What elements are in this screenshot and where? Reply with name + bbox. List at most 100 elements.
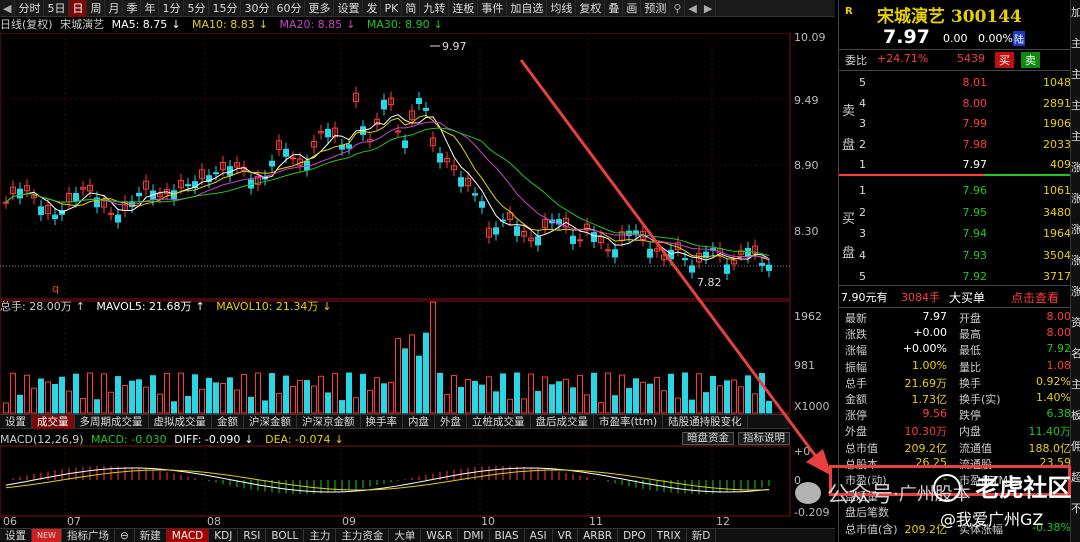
- bid-row[interactable]: 3 7.94 1964: [839, 227, 1071, 243]
- ask-row[interactable]: 2 7.98 2033: [839, 138, 1071, 154]
- bottom-tab[interactable]: MACD: [166, 528, 210, 542]
- toolbar-item[interactable]: 分时: [15, 0, 45, 17]
- toolbar-item[interactable]: 1分: [159, 0, 185, 17]
- indicator-tab[interactable]: 设置: [0, 414, 32, 429]
- bottom-tab[interactable]: BOLL: [266, 528, 305, 542]
- toolbar-item[interactable]: 发: [363, 0, 382, 17]
- bottom-tab[interactable]: ASI: [525, 528, 553, 542]
- bid-row[interactable]: 4 7.93 3504: [839, 249, 1071, 265]
- toolbar-item[interactable]: 加自选: [507, 0, 548, 17]
- stat-value-2: 0.92%: [1036, 374, 1071, 388]
- side-strip-item[interactable]: 涨: [1071, 221, 1080, 237]
- toolbar-item[interactable]: 更多: [305, 0, 335, 17]
- bottom-tab[interactable]: 指标广场: [62, 528, 115, 542]
- toolbar-item[interactable]: 叠: [605, 0, 624, 17]
- side-strip-item[interactable]: 主: [1071, 35, 1080, 51]
- side-strip-item[interactable]: 不: [1071, 500, 1080, 516]
- side-strip-item[interactable]: 涨: [1071, 159, 1080, 175]
- chevron-right-icon[interactable]: ▶: [701, 0, 717, 17]
- side-strip-item[interactable]: 佣: [1071, 438, 1080, 454]
- bottom-tab[interactable]: RSI: [238, 528, 267, 542]
- toolbar-item[interactable]: 预测: [641, 0, 671, 17]
- toolbar-item[interactable]: 事件: [478, 0, 508, 17]
- volume-bar: [17, 394, 23, 414]
- bottom-tab[interactable]: VR: [553, 528, 579, 542]
- toolbar-item[interactable]: 年: [141, 0, 160, 17]
- side-strip-item[interactable]: 加: [1071, 4, 1080, 20]
- side-strip-item[interactable]: 涨: [1071, 190, 1080, 206]
- indicator-tab[interactable]: 换手率: [361, 414, 403, 429]
- bid-row[interactable]: 2 7.95 3480: [839, 206, 1071, 222]
- indicator-tab[interactable]: 沪深京金额: [297, 414, 361, 429]
- toolbar-item[interactable]: 15分: [209, 0, 242, 17]
- sell-button[interactable]: 卖: [1021, 52, 1040, 68]
- indicator-tab[interactable]: 沪深金额: [244, 414, 297, 429]
- view-big-order-link[interactable]: 点击查看: [1011, 289, 1059, 306]
- bottom-tab[interactable]: 大单: [389, 528, 422, 542]
- indicator-help-button[interactable]: 指标说明: [738, 432, 790, 445]
- bottom-tab[interactable]: 设置: [0, 528, 32, 542]
- bottom-tab[interactable]: 主力: [304, 528, 337, 542]
- indicator-tab[interactable]: 市盈率(ttm): [594, 414, 664, 429]
- bottom-tab[interactable]: DPO: [618, 528, 652, 542]
- side-strip-item[interactable]: 涨: [1071, 252, 1080, 268]
- toolbar-item[interactable]: 60分: [273, 0, 306, 17]
- bid-row[interactable]: 5 7.92 3717: [839, 270, 1071, 286]
- toolbar-item[interactable]: 连板: [449, 0, 479, 17]
- ask-row[interactable]: 3 7.99 1906: [839, 117, 1071, 133]
- side-strip-item[interactable]: 板: [1071, 407, 1080, 423]
- indicator-tab[interactable]: 多周期成交量: [75, 414, 149, 429]
- bid-row[interactable]: 1 7.96 1061: [839, 184, 1071, 200]
- toolbar-item[interactable]: 均线: [547, 0, 577, 17]
- toolbar-item[interactable]: 简: [402, 0, 421, 17]
- bottom-tab[interactable]: KDJ: [209, 528, 239, 542]
- ask-row[interactable]: 1 7.97 409: [839, 158, 1071, 174]
- side-strip-item[interactable]: 超: [1071, 469, 1080, 485]
- buy-button[interactable]: 买: [995, 52, 1014, 68]
- toolbar-item[interactable]: 5分: [184, 0, 210, 17]
- indicator-tab[interactable]: 虚拟成交量: [149, 414, 212, 429]
- bottom-tab[interactable]: DMI: [458, 528, 490, 542]
- search-icon[interactable]: ⚲: [670, 0, 686, 17]
- toolbar-item[interactable]: 画: [623, 0, 642, 17]
- bottom-tab[interactable]: ⊖: [115, 528, 135, 542]
- bottom-tab[interactable]: 主力资金: [336, 528, 390, 542]
- toolbar-item[interactable]: PK: [381, 0, 403, 17]
- toolbar-item[interactable]: 设置: [334, 0, 364, 17]
- indicator-tab[interactable]: 金额: [212, 414, 244, 429]
- ask-row[interactable]: 4 8.00 2891: [839, 97, 1071, 113]
- toolbar-item[interactable]: 复权: [576, 0, 606, 17]
- nav-left-icon[interactable]: ◀: [0, 0, 16, 17]
- volume-bar: [276, 392, 282, 414]
- toolbar-item[interactable]: 日: [69, 0, 88, 17]
- bottom-tab[interactable]: ARBR: [578, 528, 619, 542]
- indicator-tab[interactable]: 盘后成交量: [531, 414, 594, 429]
- toolbar-item[interactable]: 周: [87, 0, 106, 17]
- toolbar-item[interactable]: 5日: [44, 0, 70, 17]
- indicator-tab[interactable]: 陆股通持股变化: [663, 414, 748, 429]
- indicator-tab[interactable]: 立桩成交量: [467, 414, 531, 429]
- ask-row[interactable]: 5 8.01 1048: [839, 76, 1071, 92]
- indicator-tab[interactable]: 内盘: [403, 414, 435, 429]
- side-strip-item[interactable]: 主: [1071, 376, 1080, 392]
- toolbar-item[interactable]: 30分: [241, 0, 274, 17]
- bottom-tab[interactable]: BIAS: [490, 528, 525, 542]
- side-strip-item[interactable]: 主: [1071, 128, 1080, 144]
- bottom-tab[interactable]: 新D: [687, 528, 717, 542]
- toolbar-item[interactable]: 九转: [420, 0, 450, 17]
- toolbar-item[interactable]: 月: [105, 0, 124, 17]
- side-strip-item[interactable]: 名: [1071, 345, 1080, 361]
- side-strip-item[interactable]: 主: [1071, 66, 1080, 82]
- side-strip-item[interactable]: 主: [1071, 97, 1080, 113]
- side-strip-item[interactable]: 涨: [1071, 283, 1080, 299]
- bottom-tab[interactable]: W&R: [421, 528, 459, 542]
- bottom-tab[interactable]: TRIX: [652, 528, 687, 542]
- side-strip-item[interactable]: 资: [1071, 314, 1080, 330]
- toolbar-item[interactable]: 季: [123, 0, 142, 17]
- indicator-tab[interactable]: 外盘: [435, 414, 467, 429]
- indicator-tab[interactable]: 成交量: [32, 414, 75, 429]
- chevron-left-icon[interactable]: ◀: [685, 0, 701, 17]
- bottom-tab[interactable]: NEW: [32, 528, 62, 542]
- dark-pool-button[interactable]: 暗盘资金: [682, 432, 734, 445]
- bottom-tab[interactable]: 新建: [135, 528, 167, 542]
